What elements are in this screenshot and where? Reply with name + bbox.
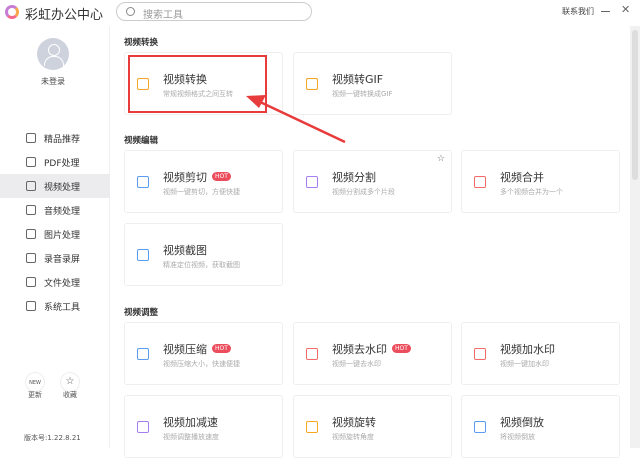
annotation-arrow (246, 95, 346, 144)
